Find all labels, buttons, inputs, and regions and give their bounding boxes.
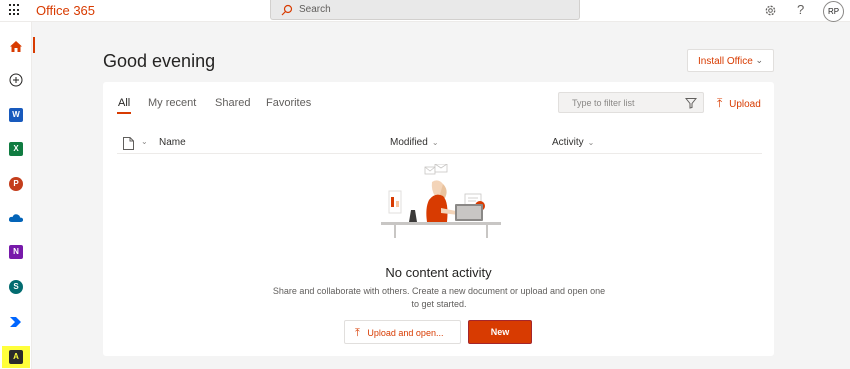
chevron-down-icon: ⌄: [755, 55, 763, 65]
excel-icon: X: [9, 142, 23, 156]
tab-all[interactable]: All: [118, 97, 130, 109]
top-bar: Office 365 Search ? RP: [0, 0, 850, 22]
app-rail: W X P N S A: [0, 22, 35, 369]
word-icon: W: [9, 108, 23, 122]
column-activity-label: Activity: [552, 137, 584, 148]
rail-item-create[interactable]: [5, 69, 27, 91]
rail-item-word[interactable]: W: [5, 104, 27, 126]
tab-my-recent[interactable]: My recent: [148, 97, 196, 109]
plus-circle-icon: [9, 73, 23, 87]
power-automate-icon: [10, 317, 21, 327]
upload-link[interactable]: ⤒ Upload: [717, 96, 761, 111]
column-header-modified[interactable]: Modified ⌄: [390, 137, 439, 148]
help-icon[interactable]: ?: [797, 2, 804, 17]
rail-item-sharepoint[interactable]: S: [5, 276, 27, 298]
gear-icon[interactable]: [764, 4, 777, 17]
file-type-icon[interactable]: [123, 137, 134, 150]
install-office-label: Install Office: [698, 56, 753, 67]
upload-icon: ⤒: [717, 96, 723, 110]
chevron-down-icon[interactable]: ⌄: [141, 137, 148, 146]
upload-and-open-label: Upload and open...: [367, 328, 444, 338]
brand-link[interactable]: Office 365: [36, 3, 95, 18]
avatar[interactable]: RP: [823, 1, 844, 22]
page-title: Good evening: [103, 51, 216, 71]
upload-icon: ⤒: [355, 327, 360, 339]
tab-shared[interactable]: Shared: [215, 97, 250, 109]
search-placeholder: Search: [299, 4, 331, 15]
onenote-icon: N: [9, 245, 23, 259]
search-box[interactable]: Search: [270, 0, 580, 20]
rail-item-onedrive[interactable]: [5, 207, 27, 229]
column-name-label: Name: [159, 137, 186, 148]
search-icon: [281, 4, 293, 16]
chevron-down-icon: ⌄: [431, 138, 439, 147]
rail-item-onenote[interactable]: N: [5, 241, 27, 263]
rail-item-all-apps[interactable]: A: [2, 346, 30, 368]
empty-state-description: Share and collaborate with others. Creat…: [272, 286, 606, 309]
rail-item-powerpoint[interactable]: P: [5, 173, 27, 195]
new-document-button[interactable]: New: [468, 320, 532, 344]
chevron-down-icon: ⌄: [587, 138, 595, 147]
column-modified-label: Modified: [390, 137, 428, 148]
tab-active-underline: [117, 112, 131, 114]
active-indicator: [33, 37, 35, 53]
filter-placeholder: Type to filter list: [572, 98, 635, 108]
filter-input[interactable]: Type to filter list: [558, 92, 704, 113]
apps-icon: A: [9, 350, 23, 364]
home-icon: [10, 40, 22, 52]
column-header-name[interactable]: Name: [159, 137, 186, 148]
upload-label: Upload: [729, 99, 761, 110]
app-launcher-icon[interactable]: [9, 4, 21, 16]
rail-item-power-automate[interactable]: [5, 311, 27, 333]
upload-and-open-button[interactable]: ⤒ Upload and open...: [344, 320, 461, 344]
powerpoint-icon: P: [9, 177, 23, 191]
column-header-activity[interactable]: Activity ⌄: [552, 137, 594, 148]
empty-state-illustration: [381, 164, 501, 238]
install-office-button[interactable]: Install Office ⌄: [687, 49, 774, 72]
sharepoint-icon: S: [9, 280, 23, 294]
empty-state-title: No content activity: [385, 265, 492, 280]
documents-card: All My recent Shared Favorites Type to f…: [103, 82, 774, 356]
filter-icon: [685, 98, 697, 109]
tab-favorites[interactable]: Favorites: [266, 97, 311, 109]
onedrive-icon: [8, 214, 24, 222]
rail-item-home[interactable]: [5, 35, 27, 57]
header-divider: [117, 153, 762, 154]
rail-item-excel[interactable]: X: [5, 138, 27, 160]
